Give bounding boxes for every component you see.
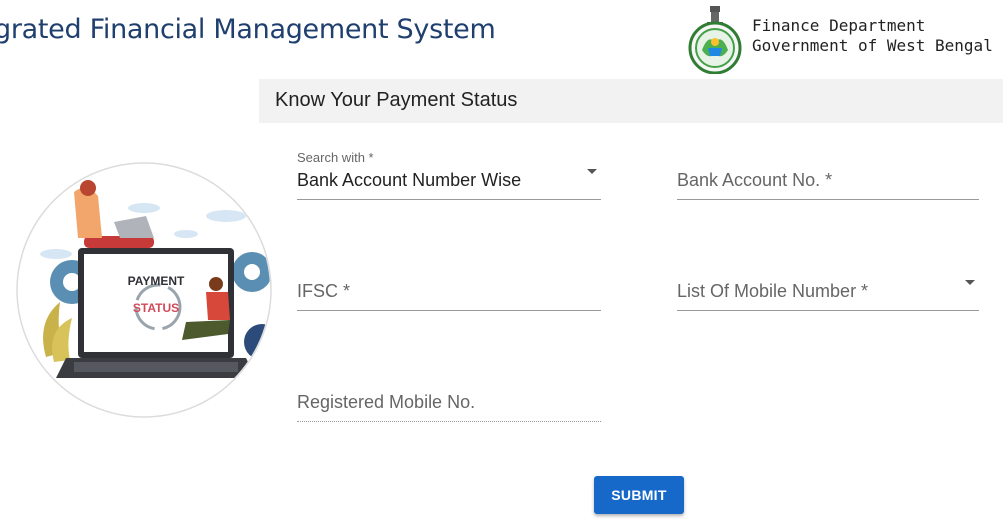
illustration-payment-text: PAYMENT	[128, 274, 185, 288]
illustration-graphic: PAYMENT STATUS	[16, 162, 272, 418]
chevron-down-icon	[587, 169, 597, 174]
mobile-list-placeholder: List Of Mobile Number *	[677, 281, 869, 301]
search-with-select[interactable]: Search with * Bank Account Number Wise	[297, 150, 601, 200]
chevron-down-icon	[965, 280, 975, 285]
illustration-status-text: STATUS	[133, 301, 179, 315]
search-with-underline	[297, 199, 601, 200]
ifsc-placeholder: IFSC *	[297, 281, 351, 301]
app-title: grated Financial Management System	[0, 14, 496, 45]
registered-mobile-underline	[297, 421, 601, 422]
registered-mobile-input[interactable]: Registered Mobile No.	[297, 372, 601, 422]
bank-account-placeholder: Bank Account No. *	[677, 170, 833, 190]
payment-status-illustration: PAYMENT STATUS	[16, 152, 286, 428]
registered-mobile-placeholder: Registered Mobile No.	[297, 392, 476, 412]
mobile-list-underline	[677, 310, 979, 311]
search-with-label: Search with *	[297, 150, 374, 165]
bank-account-number-input[interactable]: Bank Account No. *	[677, 150, 979, 200]
west-bengal-emblem-logo	[688, 6, 742, 74]
government-name: Government of West Bengal	[752, 36, 993, 55]
bank-account-underline	[677, 199, 979, 200]
submit-button[interactable]: SUBMIT	[594, 476, 684, 514]
panel-title: Know Your Payment Status	[275, 89, 518, 111]
ifsc-underline	[297, 310, 601, 311]
department-info: Finance Department Government of West Be…	[752, 16, 993, 56]
ifsc-input[interactable]: IFSC *	[297, 261, 601, 311]
search-with-value: Bank Account Number Wise	[297, 170, 522, 190]
panel-header: Know Your Payment Status	[259, 79, 1003, 123]
department-name: Finance Department	[752, 16, 926, 35]
mobile-number-list-select[interactable]: List Of Mobile Number *	[677, 261, 979, 311]
